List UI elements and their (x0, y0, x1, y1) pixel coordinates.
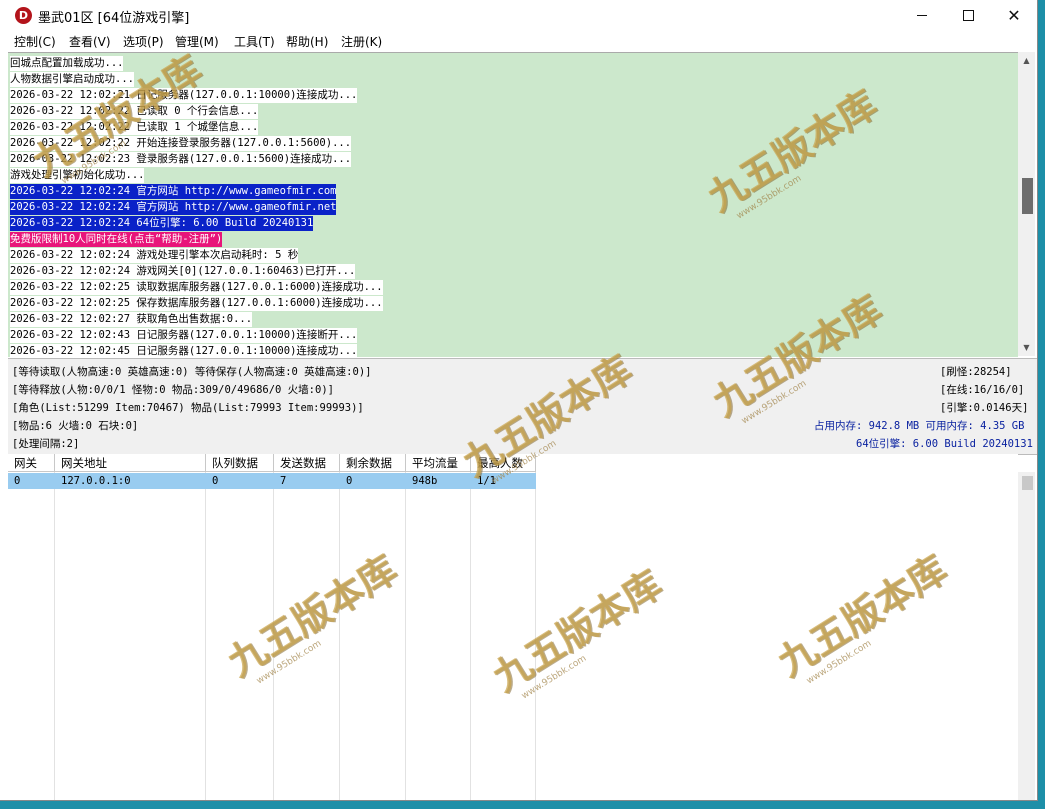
status-objects: [物品:6 火墙:0 石块:0] (12, 420, 139, 432)
log-panel[interactable]: 回城点配置加载成功... 人物数据引擎启动成功... 2026-03-22 12:0… (8, 52, 1018, 357)
log-line: 2026-03-22 12:02:22 已读取 1 个城堡信息... (10, 120, 259, 135)
maximize-icon (962, 9, 974, 21)
table-cell[interactable]: 127.0.0.1:0 (55, 473, 206, 489)
table-scrollbar[interactable] (1018, 472, 1035, 800)
menu-control[interactable]: 控制(C) (14, 33, 56, 50)
log-line: 2026-03-22 12:02:21 日记服务器(127.0.0.1:1000… (10, 88, 358, 103)
column-header[interactable]: 队列数据 (206, 454, 274, 472)
table-cell[interactable]: 948b (406, 473, 471, 489)
log-line: 2026-03-22 12:02:24 官方网站 http://www.game… (10, 200, 337, 215)
status-interval: [处理间隔:2] (12, 438, 80, 450)
log-line: 2026-03-22 12:02:22 已读取 0 个行会信息... (10, 104, 259, 119)
column-divider (405, 472, 406, 800)
table-cell[interactable]: 0 (8, 473, 55, 489)
status-character-items: [角色(List:51299 Item:70467) 物品(List:79993… (12, 402, 364, 414)
menu-options[interactable]: 选项(P) (123, 33, 164, 50)
log-line: 2026-03-22 12:02:23 登录服务器(127.0.0.1:5600… (10, 152, 352, 167)
close-button[interactable]: ✕ (991, 0, 1037, 31)
main-window: D 墨武01区 [64位游戏引擎] ✕ 控制(C) 查看(V) 选项(P) 管理… (0, 0, 1038, 801)
status-memory: 占用内存: 942.8 MB 可用内存: 4.35 GB (814, 420, 1025, 432)
column-divider (54, 472, 55, 800)
log-line: 2026-03-22 12:02:24 游戏网关[0](127.0.0.1:60… (10, 264, 356, 279)
log-scroll-thumb[interactable] (1022, 178, 1033, 214)
log-line: 2026-03-22 12:02:25 读取数据库服务器(127.0.0.1:6… (10, 280, 383, 295)
minimize-button[interactable] (899, 0, 945, 31)
menu-register[interactable]: 注册(K) (341, 33, 382, 50)
column-header[interactable]: 最高人数 (471, 454, 536, 472)
log-line: 2026-03-22 12:02:24 游戏处理引擎本次启动耗时: 5 秒 (10, 248, 299, 263)
table-scroll-thumb[interactable] (1022, 476, 1033, 490)
column-divider (205, 472, 206, 800)
table-cell[interactable]: 1/1 (471, 473, 536, 489)
log-line: 2026-03-22 12:02:24 官方网站 http://www.game… (10, 184, 337, 199)
log-line: 2026-03-22 12:02:45 日记服务器(127.0.0.1:1000… (10, 344, 358, 357)
menu-help[interactable]: 帮助(H) (286, 33, 328, 50)
log-line: 人物数据引擎启动成功... (10, 72, 134, 87)
column-header[interactable]: 平均流量 (406, 454, 471, 472)
window-title: 墨武01区 [64位游戏引擎] (38, 11, 190, 26)
gateway-table[interactable]: 网关 网关地址 队列数据 发送数据 剩余数据 平均流量 最高人数 0 127.0.0.1:0 0 7… (8, 454, 1018, 800)
status-online: [在线:16/16/0] (940, 384, 1025, 396)
log-line: 2026-03-22 12:02:43 日记服务器(127.0.0.1:1000… (10, 328, 358, 343)
column-divider (535, 472, 536, 800)
log-line: 2026-03-22 12:02:24 64位引擎: 6.00 Build 20… (10, 216, 314, 231)
status-wait-release: [等待释放(人物:0/0/1 怪物:0 物品:309/0/49686/0 火墙:… (12, 384, 334, 396)
menu-tools[interactable]: 工具(T) (234, 33, 275, 50)
menu-view[interactable]: 查看(V) (69, 33, 111, 50)
minimize-icon (917, 14, 927, 16)
log-line: 2026-03-22 12:02:27 获取角色出售数据:0... (10, 312, 253, 327)
table-cell[interactable]: 0 (340, 473, 406, 489)
menu-bar: 控制(C) 查看(V) 选项(P) 管理(M) 工具(T) 帮助(H) 注册(K… (0, 31, 1037, 51)
column-header[interactable]: 发送数据 (274, 454, 340, 472)
log-line: 回城点配置加载成功... (10, 56, 124, 71)
column-divider (470, 472, 471, 800)
scroll-down-icon[interactable]: ▼ (1018, 339, 1035, 356)
log-line: 免费版限制10人同时在线(点击“帮助-注册”) (10, 232, 223, 247)
log-scrollbar[interactable]: ▲ ▼ (1018, 52, 1035, 356)
column-header[interactable]: 网关地址 (55, 454, 206, 472)
scroll-up-icon[interactable]: ▲ (1018, 52, 1035, 69)
column-divider (273, 472, 274, 800)
status-refresh-monsters: [刷怪:28254] (940, 366, 1012, 378)
table-cell[interactable]: 7 (274, 473, 340, 489)
close-icon: ✕ (1007, 6, 1021, 25)
menu-manage[interactable]: 管理(M) (175, 33, 219, 50)
title-bar[interactable]: D 墨武01区 [64位游戏引擎] ✕ (0, 0, 1037, 31)
status-engine-days: [引擎:0.0146天] (940, 402, 1029, 414)
maximize-button[interactable] (945, 0, 991, 31)
column-divider (339, 472, 340, 800)
app-icon: D (15, 7, 32, 24)
table-cell[interactable]: 0 (206, 473, 274, 489)
log-line: 游戏处理引擎初始化成功... (10, 168, 145, 183)
column-header[interactable]: 网关 (8, 454, 55, 472)
status-wait-read-save: [等待读取(人物高速:0 英雄高速:0) 等待保存(人物高速:0 英雄高速:0)… (12, 366, 372, 378)
log-line: 2026-03-22 12:02:22 开始连接登录服务器(127.0.0.1:… (10, 136, 352, 151)
status-engine-version: 64位引擎: 6.00 Build 20240131 (856, 438, 1033, 450)
status-panel: [等待读取(人物高速:0 英雄高速:0) 等待保存(人物高速:0 英雄高速:0)… (8, 358, 1037, 455)
log-line: 2026-03-22 12:02:25 保存数据库服务器(127.0.0.1:6… (10, 296, 383, 311)
column-header[interactable]: 剩余数据 (340, 454, 406, 472)
